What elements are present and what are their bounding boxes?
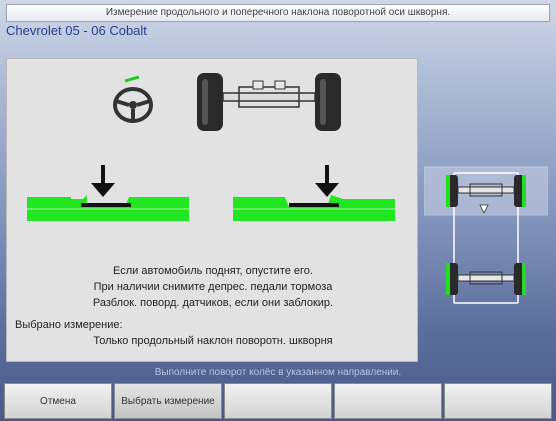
vehicle-top-view-icon bbox=[424, 166, 548, 304]
instruction-panel: Если автомобиль поднят, опустите его. Пр… bbox=[6, 58, 418, 362]
steering-wheel-icon bbox=[113, 75, 153, 123]
window-title: Измерение продольного и поперечного накл… bbox=[6, 4, 550, 22]
selected-measurement-value: Только продольный наклон поворотн. шквор… bbox=[93, 335, 333, 347]
down-arrow-icon bbox=[91, 165, 115, 197]
left-ramp-diagram bbox=[27, 165, 189, 221]
axle-wheels-icon bbox=[197, 73, 341, 131]
down-arrow-icon bbox=[315, 165, 339, 197]
instruction-line-2: При наличии снимите депрес. педали тормо… bbox=[93, 281, 333, 293]
function-button-5[interactable] bbox=[444, 383, 552, 419]
cancel-button[interactable]: Отмена bbox=[4, 383, 112, 419]
function-button-bar: Отмена Выбрать измерение bbox=[4, 383, 552, 421]
right-ramp-diagram bbox=[233, 165, 395, 221]
status-message: Выполните поворот колёс в указанном напр… bbox=[154, 367, 402, 378]
selected-measurement-label: Выбрано измерение: bbox=[15, 319, 123, 331]
instruction-line-3: Разблок. поворд. датчиков, если они забл… bbox=[92, 297, 334, 309]
function-button-3[interactable] bbox=[224, 383, 332, 419]
function-button-4[interactable] bbox=[334, 383, 442, 419]
select-measurement-button[interactable]: Выбрать измерение bbox=[114, 383, 222, 419]
vehicle-label: Chevrolet 05 - 06 Cobalt bbox=[6, 23, 147, 38]
instruction-line-1: Если автомобиль поднят, опустите его. bbox=[113, 265, 313, 277]
